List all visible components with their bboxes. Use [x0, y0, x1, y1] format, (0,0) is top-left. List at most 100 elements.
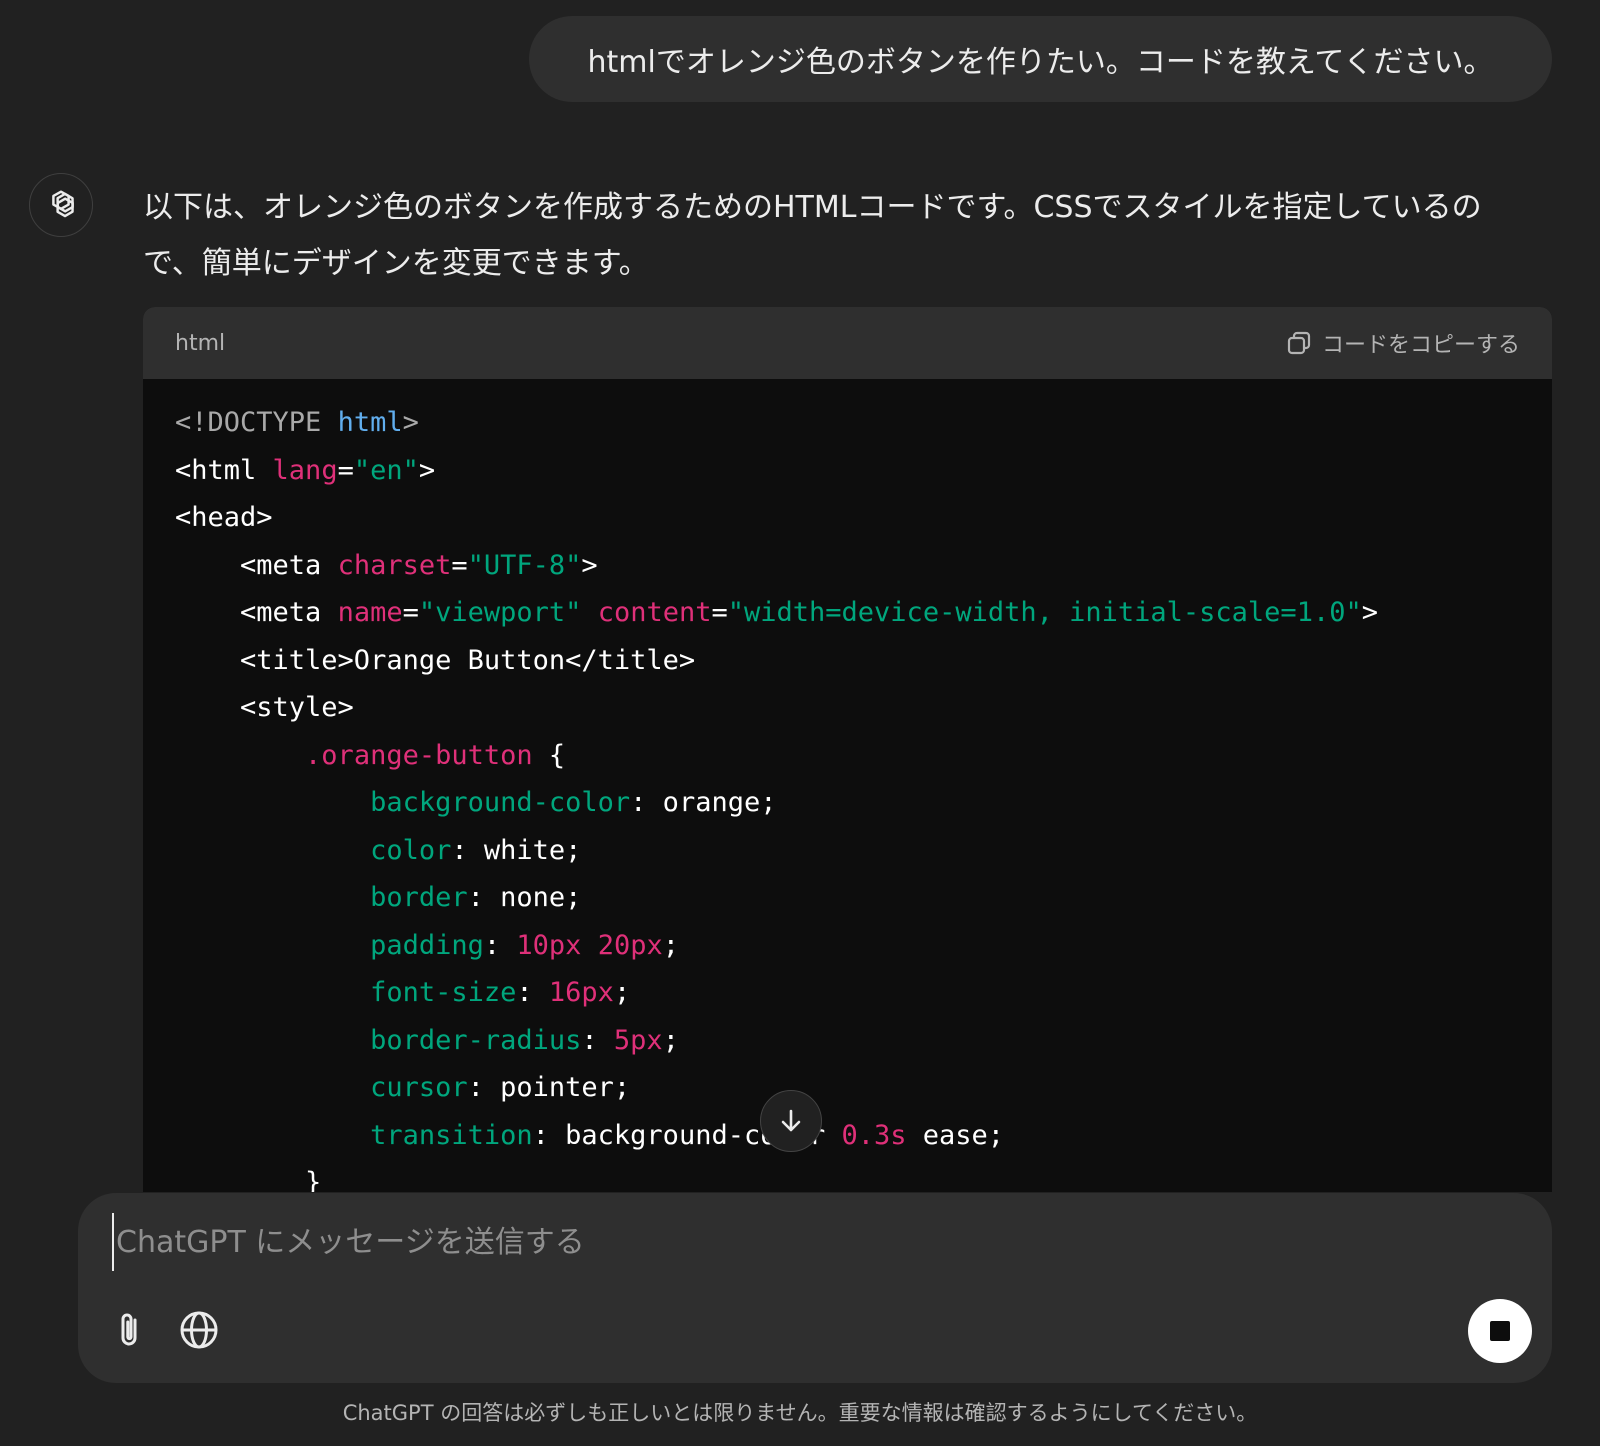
code-token: = — [451, 549, 468, 581]
code-token: <meta — [175, 549, 338, 581]
code-token: = — [711, 597, 728, 628]
code-line: <style> — [175, 684, 1378, 732]
stop-generating-button[interactable] — [1468, 1299, 1532, 1363]
code-token: : — [483, 929, 517, 961]
globe-icon — [180, 1311, 218, 1349]
attach-file-button[interactable] — [106, 1307, 152, 1353]
code-token: : orange; — [630, 787, 777, 818]
code-token: <title>Orange Button</title> — [175, 644, 696, 676]
code-token: ease; — [906, 1119, 1005, 1151]
paperclip-icon — [121, 1313, 137, 1346]
code-token: > — [418, 454, 436, 486]
code-token: } — [175, 1167, 322, 1192]
code-line: color: white; — [175, 827, 1378, 875]
code-token: padding — [370, 929, 484, 961]
code-token: = — [337, 454, 354, 486]
code-token: <style> — [175, 692, 354, 723]
code-token: : white; — [451, 834, 582, 866]
code-token: 20px — [597, 929, 663, 961]
code-line: background-color: orange; — [175, 779, 1378, 827]
code-token: content — [597, 597, 712, 628]
code-token: transition — [370, 1119, 533, 1151]
code-block: html コードをコピーする <!DOCTYPE html> <html lang… — [143, 307, 1552, 1192]
code-token: border — [370, 882, 468, 913]
code-token: <head> — [175, 502, 273, 533]
copy-code-label: コードをコピーする — [1321, 333, 1520, 358]
code-token: { — [532, 739, 566, 771]
code-token: : — [516, 977, 549, 1008]
stop-icon — [1490, 1321, 1510, 1341]
code-token: > — [402, 407, 419, 438]
code-token: .orange-button — [305, 739, 533, 771]
code-token: name — [337, 597, 403, 628]
code-token: background-color — [370, 787, 631, 818]
arrow-down-icon — [781, 1109, 801, 1132]
assistant-intro-line: で、簡単にデザインを変更できます。 — [143, 246, 649, 281]
message-composer — [78, 1193, 1552, 1383]
code-token: font-size — [370, 977, 517, 1008]
code-language-label: html — [175, 331, 226, 356]
code-token: <meta — [175, 597, 338, 628]
openai-logo-icon — [52, 190, 74, 218]
web-search-button[interactable] — [176, 1307, 222, 1353]
code-line: .orange-button { — [175, 732, 1378, 780]
code-token: cursor — [370, 1072, 468, 1103]
code-token: 10px — [516, 929, 582, 961]
assistant-avatar — [29, 173, 93, 237]
code-line: border-radius: 5px; — [175, 1017, 1378, 1065]
code-token: : pointer; — [467, 1072, 631, 1103]
disclaimer-text: ChatGPT の回答は必ずしも正しいとは限りません。重要な情報は確認するように… — [342, 1401, 1258, 1425]
code-token: <html — [175, 454, 273, 486]
code-token: ; — [662, 929, 679, 961]
code-token: color — [370, 834, 452, 866]
code-token: "width=device-width, initial-scale=1.0" — [727, 597, 1362, 628]
code-block-header: html コードをコピーする — [143, 307, 1552, 379]
code-token: = — [402, 597, 419, 628]
code-token: "en" — [353, 454, 419, 486]
assistant-intro-line: 以下は、オレンジ色のボタンを作成するためのHTMLコードです。CSSでスタイルを… — [143, 190, 1482, 225]
code-line: <meta charset="UTF-8"> — [175, 542, 1378, 590]
user-message-text: htmlでオレンジ色のボタンを作りたい。コードを教えてください。 — [587, 45, 1494, 80]
code-line: } — [175, 1159, 1378, 1192]
assistant-message-text: 以下は、オレンジ色のボタンを作成するためのHTMLコードです。CSSでスタイルを… — [143, 180, 1553, 292]
code-token: border-radius — [370, 1024, 582, 1056]
message-input[interactable] — [112, 1213, 1418, 1271]
code-content: <!DOCTYPE html> <html lang="en"> <head> <m… — [175, 399, 1378, 1192]
code-token: 16px — [548, 977, 614, 1008]
code-line: <title>Orange Button</title> — [175, 637, 1378, 685]
code-token: ; — [662, 1024, 679, 1056]
copy-icon — [1287, 331, 1311, 355]
code-token: lang — [272, 454, 338, 486]
code-token: 0.3s — [841, 1119, 907, 1151]
code-line: border: none; — [175, 874, 1378, 922]
code-token: <!DOCTYPE — [175, 407, 338, 438]
copy-code-button[interactable]: コードをコピーする — [1286, 327, 1520, 359]
code-token: html — [337, 407, 403, 438]
code-token: ; — [613, 977, 631, 1008]
code-line: <head> — [175, 494, 1378, 542]
code-token: > — [581, 549, 598, 581]
scroll-to-bottom-button[interactable] — [760, 1090, 822, 1152]
code-line: <html lang="en"> — [175, 447, 1378, 495]
code-token: : none; — [467, 882, 582, 913]
code-token: > — [1361, 597, 1378, 628]
user-message-bubble: htmlでオレンジ色のボタンを作りたい。コードを教えてください。 — [529, 16, 1552, 102]
code-token: charset — [337, 549, 452, 581]
code-line: padding: 10px 20px; — [175, 922, 1378, 970]
code-line: font-size: 16px; — [175, 969, 1378, 1017]
code-token: 5px — [613, 1024, 663, 1056]
code-token: : — [581, 1024, 614, 1056]
code-token: "viewport" — [418, 597, 582, 628]
code-line: <!DOCTYPE html> — [175, 399, 1378, 447]
